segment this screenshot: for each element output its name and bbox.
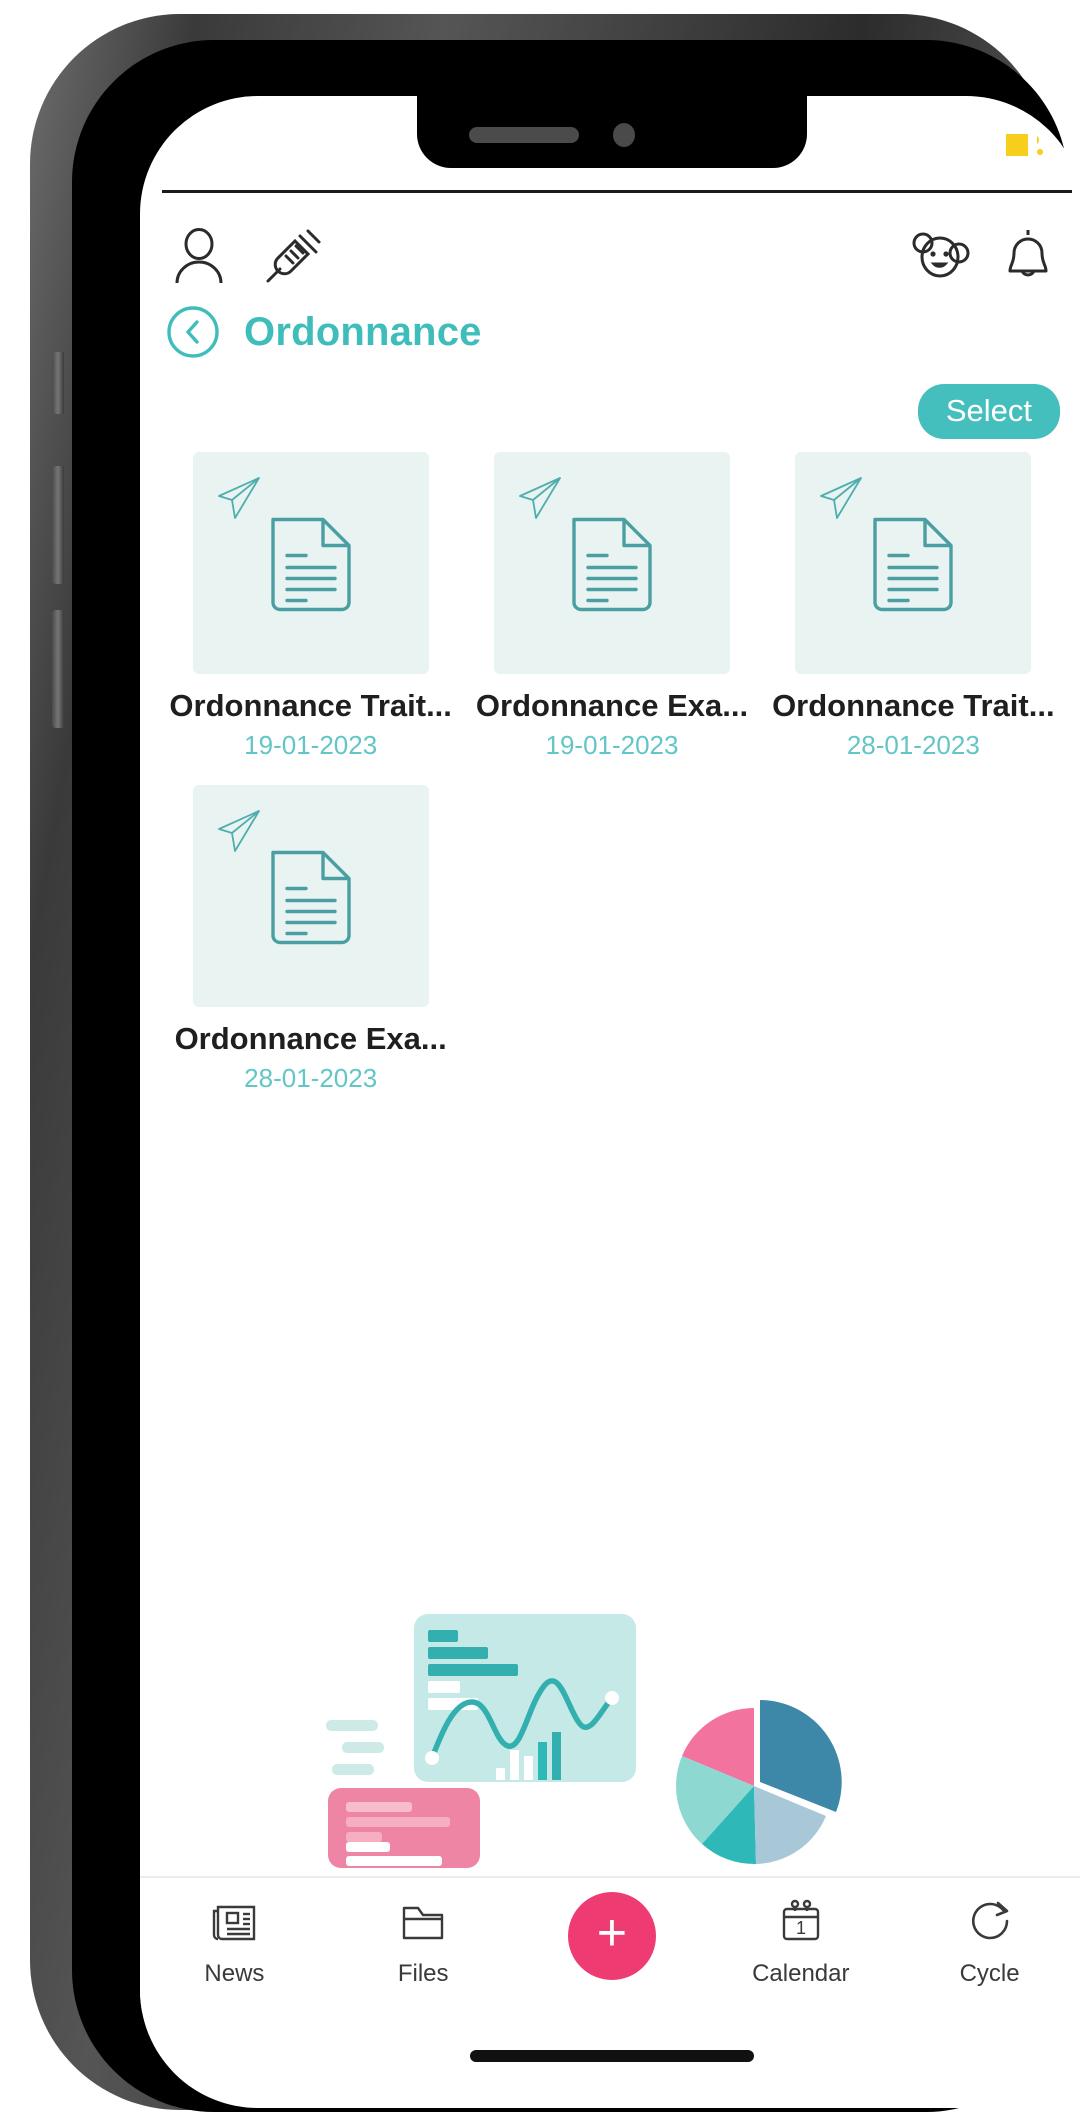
top-icon-row	[140, 214, 1080, 298]
paper-plane-icon[interactable]	[817, 474, 865, 527]
nav-label-calendar: Calendar	[752, 1960, 850, 1987]
document-thumbnail[interactable]	[795, 452, 1032, 674]
document-file-icon	[268, 515, 354, 620]
document-grid: Ordonnance Trait... 19-01-2023 Ordonnanc…	[140, 452, 1080, 1118]
document-name: Ordonnance Exa...	[174, 1021, 447, 1056]
document-item[interactable]: Ordonnance Trait... 28-01-2023	[763, 452, 1064, 761]
baby-face-icon[interactable]	[908, 223, 974, 289]
paper-plane-icon[interactable]	[215, 474, 263, 527]
document-name: Ordonnance Trait...	[772, 688, 1055, 723]
nav-label-news: News	[204, 1960, 265, 1987]
add-button[interactable]: +	[567, 1892, 656, 1980]
paper-plane-icon[interactable]	[215, 807, 263, 860]
paper-plane-icon[interactable]	[516, 474, 564, 527]
document-name: Ordonnance Exa...	[475, 688, 749, 723]
nav-item-calendar[interactable]: 1 Calendar	[706, 1892, 895, 1988]
document-date: 28-01-2023	[244, 1063, 378, 1093]
battery-low-icon	[1004, 132, 1044, 163]
svg-text:1: 1	[796, 1918, 806, 1938]
phone-frame: Ordonnance Select Ordonnance Trait... 19…	[30, 14, 1080, 2112]
front-camera	[613, 123, 635, 147]
fab-wrapper: +	[518, 1892, 707, 1980]
document-date: 19-01-2023	[244, 730, 378, 760]
phone-screen: Ordonnance Select Ordonnance Trait... 19…	[140, 96, 1080, 2108]
phone-bezel: Ordonnance Select Ordonnance Trait... 19…	[72, 40, 1080, 2112]
mute-switch[interactable]	[52, 352, 64, 414]
syringe-icon[interactable]	[260, 223, 326, 289]
volume-up-button[interactable]	[52, 466, 64, 584]
document-file-icon	[870, 515, 956, 620]
display-notch	[417, 96, 807, 168]
nav-item-files[interactable]: Files	[329, 1892, 518, 1988]
notification-bell-icon[interactable]	[998, 223, 1058, 289]
document-item[interactable]: Ordonnance Trait... 19-01-2023	[160, 452, 461, 761]
nav-item-news[interactable]: News	[140, 1892, 329, 1988]
select-row: Select	[917, 384, 1060, 439]
document-thumbnail[interactable]	[192, 452, 429, 674]
refresh-cycle-icon	[966, 1892, 1014, 1950]
folder-icon	[399, 1892, 447, 1950]
header-divider	[162, 190, 1072, 193]
page-title: Ordonnance	[244, 309, 482, 354]
volume-down-button[interactable]	[52, 610, 64, 728]
document-item[interactable]: Ordonnance Exa... 19-01-2023	[461, 452, 762, 761]
back-button[interactable]	[166, 305, 220, 359]
document-file-icon	[569, 515, 655, 620]
newspaper-icon	[210, 1892, 258, 1950]
nav-label-cycle: Cycle	[959, 1960, 1020, 1987]
home-indicator[interactable]	[470, 2050, 754, 2062]
document-date: 28-01-2023	[846, 730, 980, 760]
document-file-icon	[268, 848, 354, 953]
document-name: Ordonnance Trait...	[169, 688, 452, 723]
document-date: 19-01-2023	[545, 730, 679, 760]
document-thumbnail[interactable]	[493, 452, 730, 674]
document-item[interactable]: Ordonnance Exa... 28-01-2023	[160, 785, 461, 1094]
nav-item-cycle[interactable]: Cycle	[895, 1892, 1080, 1988]
nav-label-files: Files	[397, 1960, 449, 1987]
calendar-icon: 1	[777, 1892, 825, 1950]
user-profile-icon[interactable]	[166, 223, 232, 289]
document-thumbnail[interactable]	[192, 785, 429, 1007]
bottom-navigation: News Files + 1 Calendar Cycle	[140, 1876, 1080, 2012]
earpiece-speaker	[469, 127, 579, 143]
select-button[interactable]: Select	[917, 384, 1060, 439]
title-bar: Ordonnance	[140, 294, 1080, 370]
analytics-charts-illustration	[140, 1590, 1080, 1920]
